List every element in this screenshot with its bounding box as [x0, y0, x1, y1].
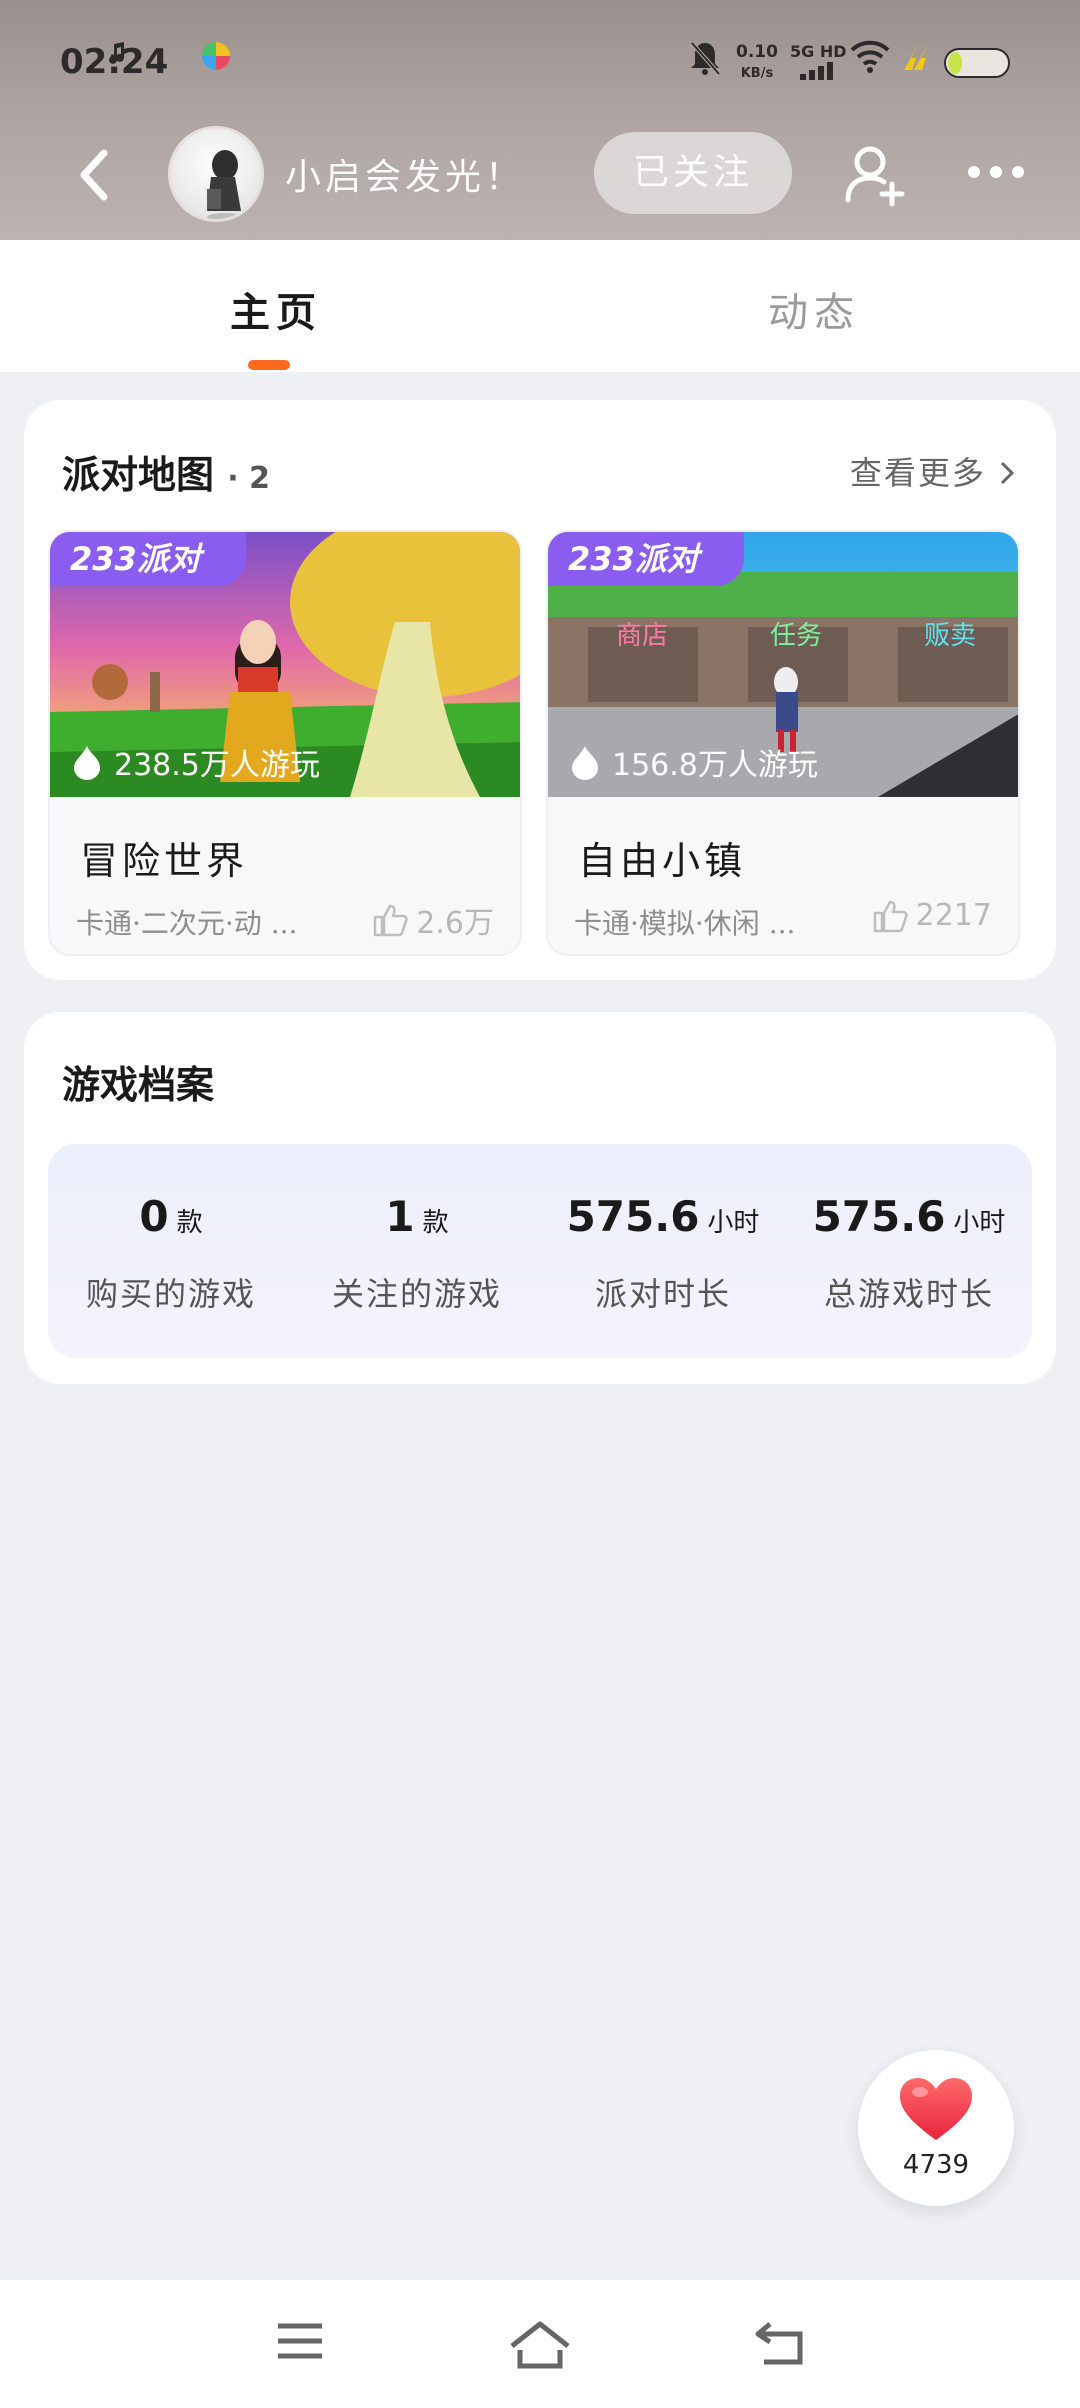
profile-tabs: 主页 动态: [0, 240, 1080, 372]
like-total: 4739: [902, 2150, 970, 2180]
sign-vending: 贩卖: [924, 621, 976, 651]
party-maps-card: 派对地图 · 2 查看更多 233派对 238.5万人游玩 冒险世界 卡通·二次…: [24, 400, 1056, 980]
game-archive-card: 游戏档案 0款 购买的游戏 1款 关注的游戏 575.6 小时 派对时长 575.…: [24, 1012, 1056, 1384]
home-icon[interactable]: [508, 2320, 572, 2374]
game-stats: 0款 购买的游戏 1款 关注的游戏 575.6 小时 派对时长 575.6 小时 总…: [48, 1144, 1032, 1358]
profile-header: 02:24 0.10KB/s 5G HD: [0, 0, 1080, 240]
system-nav-bar: [0, 2280, 1080, 2408]
avatar[interactable]: [168, 126, 264, 222]
party-maps-title: 派对地图 · 2: [62, 452, 270, 497]
back-nav-icon[interactable]: [754, 2320, 806, 2370]
tab-home[interactable]: 主页: [230, 280, 322, 338]
stat-followed-games[interactable]: 1款 关注的游戏: [294, 1192, 540, 1315]
active-tab-indicator: [248, 360, 290, 370]
game-name: 自由小镇: [578, 839, 747, 883]
more-options-icon[interactable]: [966, 160, 1026, 184]
like-count: 2.6万: [372, 898, 494, 942]
play-count: 238.5万人游玩: [72, 740, 320, 784]
network-type: 5G HD: [790, 42, 847, 61]
back-button[interactable]: [70, 145, 120, 205]
like-button[interactable]: 4739: [858, 2050, 1014, 2206]
flame-icon: [572, 746, 598, 780]
following-button[interactable]: 已关注: [594, 132, 792, 214]
stat-purchased-games[interactable]: 0款 购买的游戏: [48, 1192, 294, 1315]
game-thumbnail: 233派对 238.5万人游玩: [50, 532, 520, 797]
game-tags: 卡通·模拟·休闲 ...: [574, 907, 796, 940]
party-maps-count: · 2: [227, 461, 270, 496]
music-note-icon: [108, 40, 128, 70]
menu-icon[interactable]: [276, 2320, 324, 2366]
tab-activity[interactable]: 动态: [768, 280, 860, 338]
charging-icon: [900, 40, 936, 76]
thumbs-up-icon: [374, 904, 408, 937]
stat-party-duration: 575.6 小时 派对时长: [566, 1192, 760, 1313]
game-thumbnail: 商店 任务 贩卖 233派对 156.8万人游玩: [548, 532, 1018, 797]
add-friend-icon[interactable]: [842, 142, 908, 208]
heart-icon: [900, 2078, 972, 2140]
flame-icon: [74, 746, 100, 780]
game-card-adventure-world[interactable]: 233派对 238.5万人游玩 冒险世界 卡通·二次元·动 ... 2.6万: [48, 530, 522, 956]
game-name: 冒险世界: [80, 839, 249, 883]
play-count: 156.8万人游玩: [570, 740, 818, 784]
game-card-free-town[interactable]: 商店 任务 贩卖 233派对 156.8万人游玩 自由小镇 卡通·模拟·休闲 .…: [546, 530, 1020, 956]
mute-bell-icon: [688, 40, 722, 80]
app-ball-icon: [200, 40, 232, 76]
thumbs-up-icon: [873, 900, 908, 932]
see-more-link[interactable]: 查看更多: [850, 448, 1018, 494]
game-archive-title: 游戏档案: [62, 1062, 215, 1107]
signal-icon: [800, 60, 840, 84]
sign-task: 任务: [770, 621, 822, 651]
stat-total-play-time: 575.6 小时 总游戏时长: [812, 1192, 1006, 1313]
party-233-badge: 233派对: [50, 532, 246, 586]
net-speed: 0.10 KB/s: [736, 42, 778, 81]
game-tags: 卡通·二次元·动 ...: [76, 907, 298, 940]
chevron-right-icon: [1000, 461, 1015, 485]
profile-username: 小启会发光！: [285, 157, 526, 198]
battery-icon: [944, 48, 1012, 82]
like-count: 2217: [872, 898, 992, 933]
wifi-icon: [850, 40, 890, 78]
party-233-badge: 233派对: [548, 532, 744, 586]
status-bar: 02:24 0.10KB/s 5G HD: [0, 0, 1080, 130]
sign-shop: 商店: [616, 621, 668, 651]
